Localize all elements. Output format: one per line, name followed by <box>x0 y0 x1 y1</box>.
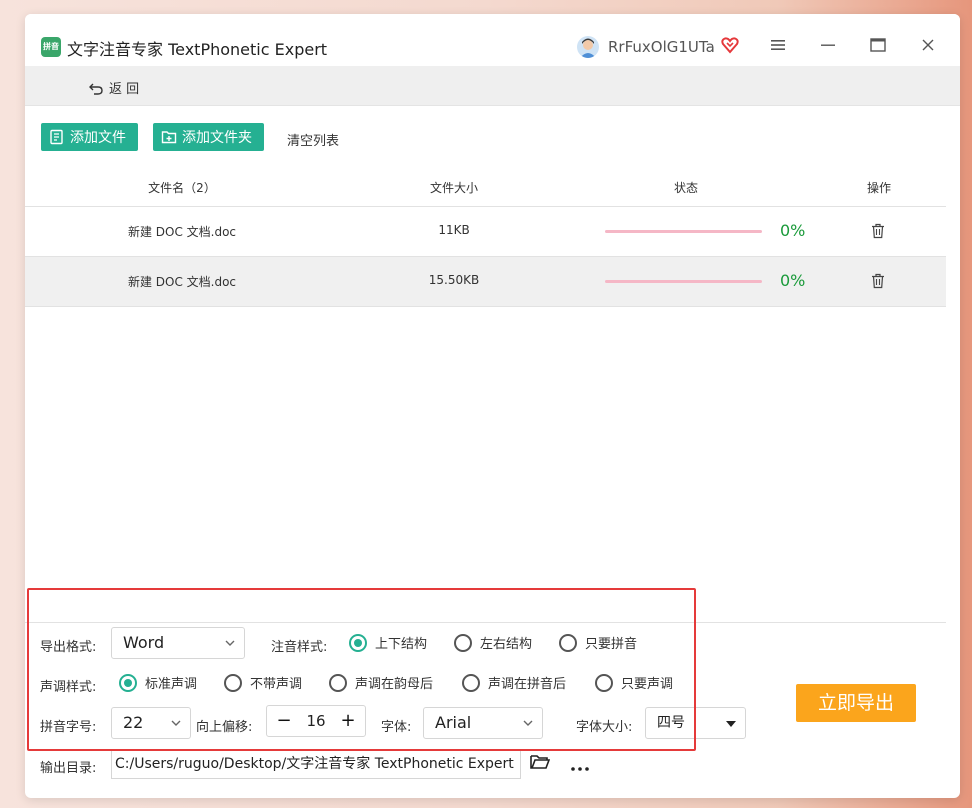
radio-unchecked-icon <box>329 673 347 692</box>
column-header-status: 状态 <box>673 181 699 195</box>
user-avatar[interactable] <box>577 36 599 58</box>
radio-phonetic-top-bottom[interactable]: 上下结构 <box>349 633 427 652</box>
column-header-size: 文件大小 <box>429 181 479 195</box>
font-label: 字体: <box>381 720 412 735</box>
pinyin-size-label: 拼音字号: <box>40 720 97 735</box>
tone-style-label: 声调样式: <box>40 680 97 695</box>
caret-down-icon <box>726 721 736 727</box>
file-name: 新建 DOC 文档.doc <box>127 225 237 239</box>
column-header-actions: 操作 <box>866 181 892 195</box>
progress-bar <box>605 280 762 283</box>
output-dir-label: 输出目录: <box>40 761 97 776</box>
table-header: 文件名（2） 文件大小 状态 操作 <box>25 172 946 207</box>
trash-icon[interactable] <box>871 223 885 242</box>
nav-bar: 返 回 <box>25 66 960 106</box>
column-header-filename: 文件名（2） <box>148 181 216 195</box>
progress-percent: 0% <box>780 271 806 290</box>
add-file-label: 添加文件 <box>70 130 126 146</box>
radio-checked-icon <box>119 673 137 692</box>
back-label: 返 回 <box>109 82 140 97</box>
close-icon[interactable] <box>917 34 939 56</box>
export-format-select[interactable]: Word <box>111 627 245 659</box>
radio-unchecked-icon <box>462 673 480 692</box>
radio-phonetic-pinyin-only[interactable]: 只要拼音 <box>559 633 637 652</box>
add-folder-label: 添加文件夹 <box>182 130 252 146</box>
export-format-value: Word <box>123 633 165 652</box>
plus-icon[interactable]: + <box>337 709 359 733</box>
add-folder-button[interactable]: 添加文件夹 <box>153 123 264 151</box>
trash-icon[interactable] <box>871 273 885 292</box>
radio-unchecked-icon <box>224 673 242 692</box>
radio-checked-icon <box>349 633 367 652</box>
menu-icon[interactable] <box>767 34 789 56</box>
back-arrow-icon <box>89 83 103 95</box>
font-size-select[interactable]: 四号 <box>645 707 746 739</box>
radio-label: 只要声调 <box>621 677 674 692</box>
export-format-label: 导出格式: <box>40 640 97 655</box>
offset-stepper[interactable]: − 16 + <box>266 705 366 737</box>
font-size-label: 字体大小: <box>576 720 633 735</box>
vip-heart-icon[interactable] <box>721 36 739 58</box>
phonetic-style-label: 注音样式: <box>271 640 328 655</box>
file-size: 11KB <box>438 223 470 237</box>
clear-list-button[interactable]: 清空列表 <box>287 130 339 149</box>
radio-unchecked-icon <box>595 673 613 692</box>
radio-label: 标准声调 <box>145 677 198 692</box>
pinyin-size-value: 22 <box>123 713 144 732</box>
radio-unchecked-icon <box>454 633 472 652</box>
radio-label: 声调在拼音后 <box>488 677 567 692</box>
file-size: 15.50KB <box>428 273 480 287</box>
output-dir-input[interactable]: C:/Users/ruguo/Desktop/文字注音专家 TextPhonet… <box>111 749 521 779</box>
app-title: 文字注音专家 TextPhonetic Expert <box>67 40 328 59</box>
offset-label: 向上偏移: <box>196 720 253 735</box>
chevron-down-icon <box>171 720 181 726</box>
font-select[interactable]: Arial <box>423 707 543 739</box>
progress-bar <box>605 230 762 233</box>
font-size-value: 四号 <box>657 715 685 731</box>
radio-label: 只要拼音 <box>585 637 638 652</box>
add-file-button[interactable]: 添加文件 <box>41 123 138 151</box>
export-now-button[interactable]: 立即导出 <box>796 684 916 722</box>
radio-unchecked-icon <box>559 633 577 652</box>
username[interactable]: RrFuxOlG1UTa <box>608 38 715 56</box>
font-value: Arial <box>435 713 472 732</box>
radio-label: 声调在韵母后 <box>355 677 434 692</box>
radio-label: 左右结构 <box>480 637 533 652</box>
title-bar: 拼音 文字注音专家 TextPhonetic Expert RrFuxOlG1U… <box>25 14 960 66</box>
app-logo: 拼音 <box>41 37 61 57</box>
radio-tone-after-final[interactable]: 声调在韵母后 <box>329 673 433 692</box>
action-row: 添加文件 添加文件夹 清空列表 <box>25 106 960 166</box>
radio-label: 上下结构 <box>375 637 428 652</box>
app-window: 拼音 文字注音专家 TextPhonetic Expert RrFuxOlG1U… <box>25 14 960 798</box>
more-options-icon[interactable] <box>571 760 589 775</box>
table-row[interactable]: 新建 DOC 文档.doc 11KB 0% <box>25 207 946 257</box>
add-file-icon <box>50 129 63 145</box>
radio-tone-standard[interactable]: 标准声调 <box>119 673 197 692</box>
chevron-down-icon <box>225 640 235 646</box>
table-row[interactable]: 新建 DOC 文档.doc 15.50KB 0% <box>25 257 946 307</box>
folder-open-icon[interactable] <box>530 754 551 774</box>
maximize-icon[interactable] <box>867 34 889 56</box>
chevron-down-icon <box>523 720 533 726</box>
radio-tone-only[interactable]: 只要声调 <box>595 673 673 692</box>
add-folder-icon <box>161 131 177 144</box>
pinyin-size-select[interactable]: 22 <box>111 707 191 739</box>
minimize-icon[interactable] <box>817 34 839 56</box>
back-button[interactable]: 返 回 <box>89 78 139 97</box>
radio-tone-none[interactable]: 不带声调 <box>224 673 302 692</box>
radio-phonetic-left-right[interactable]: 左右结构 <box>454 633 532 652</box>
radio-tone-after-pinyin[interactable]: 声调在拼音后 <box>462 673 566 692</box>
file-name: 新建 DOC 文档.doc <box>127 275 237 289</box>
radio-label: 不带声调 <box>250 677 303 692</box>
progress-percent: 0% <box>780 221 806 240</box>
